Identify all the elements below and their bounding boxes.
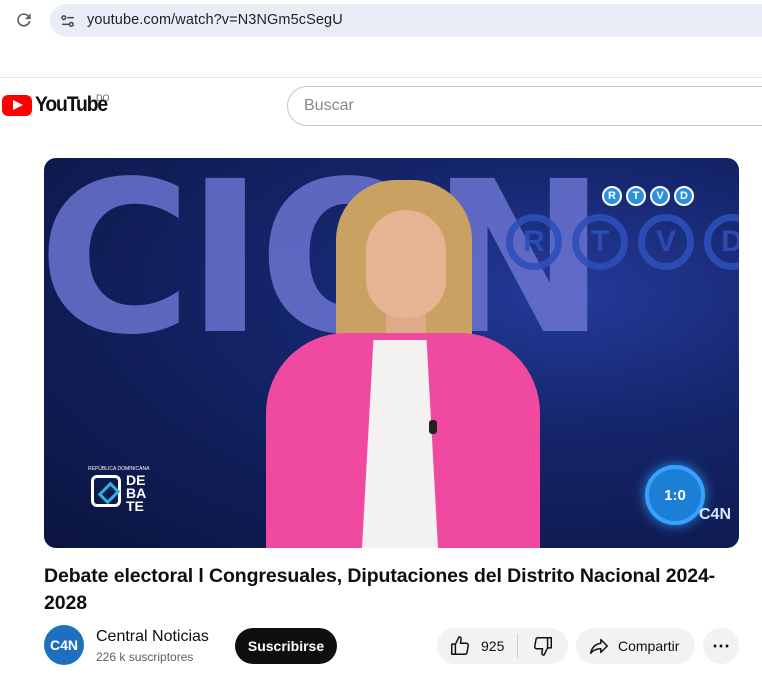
channel-name[interactable]: Central Noticias — [96, 628, 209, 646]
rtvd-letter: T — [626, 186, 646, 206]
c4n-watermark: C4N — [699, 506, 732, 523]
countdown-timer: 1:0 — [645, 465, 705, 525]
like-count: 925 — [481, 638, 505, 654]
site-settings-icon[interactable] — [58, 11, 78, 31]
presenter-face — [366, 210, 446, 318]
rtvd-letter: D — [674, 186, 694, 206]
like-button[interactable]: 925 — [437, 628, 517, 664]
bg-rtvd-letter: T — [572, 214, 628, 270]
debate-logo: REPÚBLICA DOMINICANA DE BA TE — [88, 466, 152, 530]
share-button[interactable]: Compartir — [576, 628, 695, 664]
rtvd-watermark: R T V D — [602, 186, 694, 206]
reload-icon[interactable] — [14, 10, 34, 30]
search-input[interactable]: Buscar — [287, 86, 762, 126]
bg-rtvd-letter: D — [704, 214, 739, 270]
search-placeholder: Buscar — [304, 97, 354, 114]
url-text[interactable]: youtube.com/watch?v=N3NGm5cSegU — [87, 12, 343, 28]
thumbs-up-icon — [451, 636, 469, 655]
subscriber-count: 226 k suscriptores — [96, 650, 194, 664]
share-arrow-icon — [590, 638, 608, 655]
header-divider — [0, 77, 762, 78]
ballot-bubble-icon — [91, 475, 121, 507]
lapel-mic-icon — [429, 420, 437, 434]
subscribe-button[interactable]: Suscribirse — [235, 628, 337, 664]
debate-logo-word: DE BA TE — [126, 472, 146, 514]
dislike-button[interactable] — [518, 628, 568, 664]
rtvd-letter: R — [602, 186, 622, 206]
channel-avatar[interactable]: C4N — [44, 625, 84, 665]
thumbs-down-icon — [534, 637, 552, 656]
background-rtvd-logo: R T V D — [506, 214, 739, 270]
bg-rtvd-letter: R — [506, 214, 562, 270]
address-bar[interactable]: youtube.com/watch?v=N3NGm5cSegU — [50, 4, 762, 37]
video-title: Debate electoral l Congresuales, Diputac… — [44, 565, 716, 614]
browser-toolbar: youtube.com/watch?v=N3NGm5cSegU — [0, 0, 762, 42]
presenter-shirt — [362, 340, 438, 548]
share-label: Compartir — [618, 638, 680, 654]
country-code: DO — [96, 93, 110, 103]
bg-rtvd-letter: V — [638, 214, 694, 270]
rtvd-letter: V — [650, 186, 670, 206]
video-player[interactable]: CION R T V D R T V D REPÚBLICA DOMINICAN… — [44, 158, 739, 548]
youtube-play-icon — [2, 94, 32, 116]
like-dislike-group: 925 — [437, 628, 568, 664]
more-actions-button[interactable]: ⋯ — [703, 628, 739, 664]
